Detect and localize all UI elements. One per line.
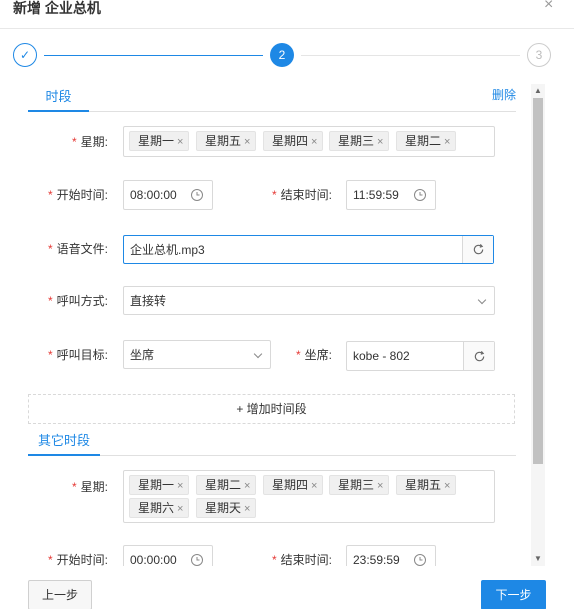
- tag-remove-icon[interactable]: ×: [177, 136, 183, 148]
- end-time-input[interactable]: 11:59:59: [346, 180, 436, 210]
- weekday-tag: 星期五 ×: [396, 475, 457, 495]
- weekday-select[interactable]: 星期一 × 星期五 × 星期四 × 星期三 × 星期二 ×: [123, 126, 495, 157]
- add-time-range-button[interactable]: + 增加时间段: [28, 394, 515, 424]
- audio-file-label: * 语音文件:: [48, 242, 109, 256]
- clock-icon: [191, 189, 203, 201]
- weekday-tag: 星期三 ×: [329, 475, 390, 495]
- step-3-pending: 3: [527, 43, 551, 67]
- step-1-done: ✓: [13, 43, 37, 67]
- scroll-up-arrow-icon[interactable]: ▲: [531, 84, 545, 98]
- start-time-value: 00:00:00: [130, 553, 177, 566]
- step-2-active: 2: [270, 43, 294, 67]
- tag-remove-icon[interactable]: ×: [177, 503, 183, 515]
- seat-label: * 坐席:: [296, 348, 333, 362]
- call-mode-value: 直接转: [130, 294, 167, 308]
- chevron-down-icon: [253, 349, 263, 359]
- chevron-down-icon: [477, 295, 487, 305]
- delete-link[interactable]: 删除: [492, 86, 516, 103]
- tag-remove-icon[interactable]: ×: [377, 136, 383, 148]
- weekday-select[interactable]: 星期一 × 星期二 × 星期四 × 星期三 × 星期五 × 星期六 × 星期天 ×: [123, 470, 495, 523]
- tag-remove-icon[interactable]: ×: [177, 480, 183, 492]
- end-time-label: * 结束时间:: [272, 553, 333, 566]
- start-time-value: 08:00:00: [130, 188, 177, 202]
- end-time-value: 11:59:59: [353, 188, 399, 202]
- weekday-tag: 星期一 ×: [129, 131, 190, 151]
- close-icon[interactable]: ×: [544, 0, 558, 13]
- weekday-tag: 星期一 ×: [129, 475, 190, 495]
- start-time-input[interactable]: 08:00:00: [123, 180, 213, 210]
- call-mode-label: * 呼叫方式:: [48, 294, 109, 308]
- end-time-input[interactable]: 23:59:59: [346, 545, 436, 566]
- vertical-scrollbar[interactable]: ▲ ▼: [531, 84, 545, 566]
- clock-icon: [414, 554, 426, 566]
- tag-remove-icon[interactable]: ×: [311, 480, 317, 492]
- call-target-select[interactable]: 坐席: [123, 340, 271, 369]
- audio-file-input[interactable]: 企业总机.mp3: [123, 235, 494, 264]
- tag-remove-icon[interactable]: ×: [244, 136, 250, 148]
- seat-input[interactable]: kobe - 802: [346, 341, 495, 371]
- section-header-other: 其它时段: [28, 426, 516, 456]
- refresh-button[interactable]: [463, 342, 494, 370]
- step-connector: [301, 55, 520, 56]
- prev-step-button[interactable]: 上一步: [28, 580, 92, 609]
- tag-remove-icon[interactable]: ×: [311, 136, 317, 148]
- call-target-label: * 呼叫目标:: [48, 348, 109, 362]
- step-connector: [44, 55, 263, 56]
- tab-period[interactable]: 时段: [28, 84, 89, 112]
- weekday-tag: 星期五 ×: [196, 131, 257, 151]
- tag-remove-icon[interactable]: ×: [444, 136, 450, 148]
- scroll-down-arrow-icon[interactable]: ▼: [531, 552, 545, 566]
- weekday-tag: 星期天 ×: [196, 498, 257, 518]
- form-scroll-area: 时段 删除 * 星期: 星期一 × 星期五 × 星期四 × 星期三 × 星期二 × * 开始时…: [0, 82, 574, 566]
- seat-value: kobe - 802: [353, 349, 410, 363]
- call-mode-select[interactable]: 直接转: [123, 286, 495, 315]
- weekday-tag: 星期三 ×: [329, 131, 390, 151]
- modal-title: 新增 企业总机: [13, 0, 101, 16]
- call-target-value: 坐席: [130, 348, 155, 362]
- weekday-tag: 星期二 ×: [196, 475, 257, 495]
- audio-file-value: 企业总机.mp3: [130, 243, 205, 257]
- start-time-label: * 开始时间:: [48, 553, 109, 566]
- refresh-button[interactable]: [462, 236, 493, 263]
- start-time-input[interactable]: 00:00:00: [123, 545, 213, 566]
- weekday-tag: 星期四 ×: [263, 475, 324, 495]
- weekday-label: * 星期:: [72, 480, 109, 494]
- tab-other-period[interactable]: 其它时段: [28, 428, 100, 456]
- refresh-icon: [474, 350, 484, 361]
- clock-icon: [414, 189, 426, 201]
- weekday-tag: 星期六 ×: [129, 498, 190, 518]
- weekday-tag: 星期四 ×: [263, 131, 324, 151]
- next-step-button[interactable]: 下一步: [481, 580, 546, 609]
- scroll-thumb[interactable]: [533, 98, 543, 464]
- refresh-icon: [473, 244, 483, 255]
- weekday-tag: 星期二 ×: [396, 131, 457, 151]
- tag-remove-icon[interactable]: ×: [244, 480, 250, 492]
- title-divider: [0, 28, 574, 29]
- end-time-value: 23:59:59: [353, 553, 400, 566]
- tag-remove-icon[interactable]: ×: [377, 480, 383, 492]
- clock-icon: [191, 554, 203, 566]
- section-header-period: 时段 删除: [28, 82, 516, 112]
- end-time-label: * 结束时间:: [272, 188, 333, 202]
- tag-remove-icon[interactable]: ×: [444, 480, 450, 492]
- tag-remove-icon[interactable]: ×: [244, 503, 250, 515]
- weekday-label: * 星期:: [72, 135, 109, 149]
- start-time-label: * 开始时间:: [48, 188, 109, 202]
